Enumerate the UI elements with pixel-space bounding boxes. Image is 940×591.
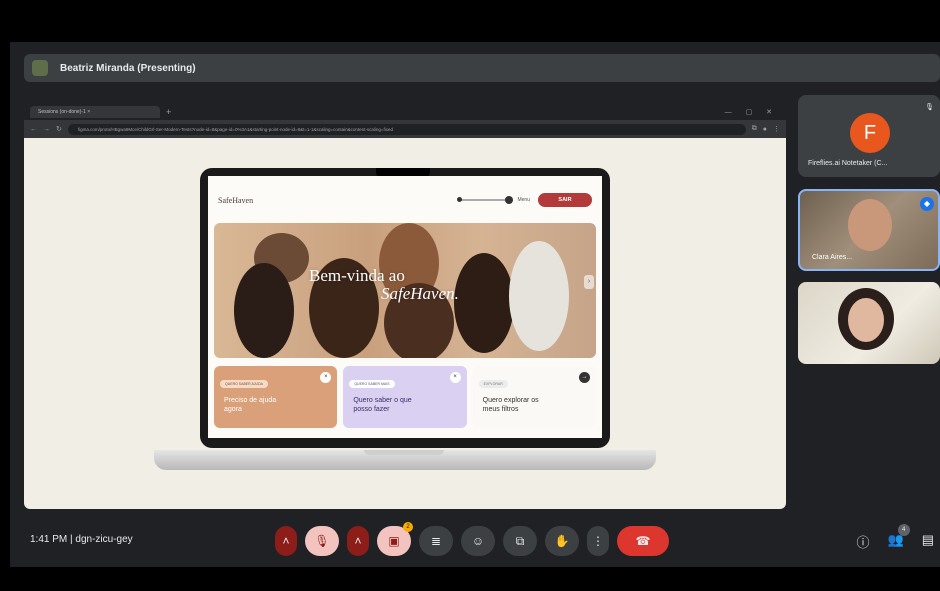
- site-header: SafeHaven Menu SAIR: [208, 190, 602, 210]
- hero-title-line2: SafeHaven.: [381, 284, 459, 303]
- present-button[interactable]: ⧉: [503, 526, 537, 556]
- captions-button[interactable]: ≣: [419, 526, 453, 556]
- browser-viewport: SafeHaven Menu SAIR Bem-vinda ao SafeHav…: [24, 138, 786, 509]
- camera-off-icon: ▣: [388, 534, 400, 548]
- browser-toolbar: ← → ↻ figma.com/proto/HBgwa9Mce/ChildGrl…: [24, 120, 786, 138]
- participant-face: [848, 298, 884, 342]
- new-tab-icon: +: [166, 107, 172, 117]
- option-card-learn: QUERO SABER MAIS × Quero saber o que pos…: [343, 366, 467, 428]
- carousel-next-icon: ›: [584, 275, 594, 289]
- mic-icon: 🎙: [925, 104, 934, 111]
- card-title: Preciso de ajuda agora: [224, 397, 277, 413]
- participant-video: [848, 199, 892, 251]
- hero-image: Bem-vinda ao SafeHaven. ›: [214, 223, 596, 358]
- browser-tabstrip: Sessions (on-done)-1 × + — ▢ ✕: [24, 104, 786, 120]
- option-card-help: QUERO SABER AJUDA × Preciso de ajuda ago…: [214, 366, 338, 428]
- back-icon: ←: [30, 125, 37, 133]
- end-call-button[interactable]: ☎: [617, 526, 669, 556]
- presenter-label: Beatriz Miranda (Presenting): [60, 62, 196, 74]
- emoji-button[interactable]: ☺: [461, 526, 495, 556]
- hero-person: [454, 253, 514, 353]
- option-cards: QUERO SABER AJUDA × Preciso de ajuda ago…: [214, 366, 596, 428]
- shared-browser-window: Sessions (on-done)-1 × + — ▢ ✕ ← → ↻ fig…: [24, 104, 786, 509]
- people-button[interactable]: 👥 4: [888, 524, 910, 551]
- hero-title-line1: Bem-vinda ao: [309, 266, 405, 285]
- meet-window: Beatriz Miranda (Presenting) Sessions (o…: [10, 42, 940, 567]
- card-chip: EXPLORAR: [478, 380, 508, 388]
- hero-person: [509, 241, 569, 351]
- mic-toggle-button[interactable]: 🎙: [305, 526, 339, 556]
- laptop-mockup: SafeHaven Menu SAIR Bem-vinda ao SafeHav…: [200, 168, 610, 448]
- address-bar: figma.com/proto/HBgwa9Mce/ChildGrl-Ser-M…: [67, 123, 746, 135]
- forward-icon: →: [43, 125, 50, 133]
- camera-toggle-button[interactable]: ▣ 2: [377, 522, 413, 556]
- card-chip: QUERO SABER MAIS: [349, 380, 395, 388]
- people-count: 4: [897, 524, 910, 536]
- profile-icon: ●: [762, 125, 767, 133]
- more-options-button[interactable]: ⋮: [587, 526, 609, 556]
- hero-person: [234, 263, 294, 358]
- card-title: Quero saber o que posso fazer: [353, 397, 412, 413]
- card-chip: QUERO SABER AJUDA: [220, 380, 268, 388]
- chat-icon[interactable]: ▤: [922, 532, 934, 551]
- meeting-control-bar: 1:41 PM | dgn-zicu-gey ˄ 🎙 ˄ ▣ 2 ≣ ☺ ⧉ ✋…: [10, 520, 940, 567]
- exit-button: SAIR: [538, 193, 592, 207]
- presenter-avatar: [32, 60, 48, 76]
- site-logo: SafeHaven: [218, 195, 254, 205]
- info-icon[interactable]: ⓘ: [857, 532, 870, 551]
- participant-tile[interactable]: 🎙 F Fireflies.ai Notetaker (C...: [798, 95, 940, 177]
- pin-icon[interactable]: ◆: [920, 197, 934, 211]
- close-icon: ×: [320, 372, 332, 383]
- meeting-time-code: 1:41 PM | dgn-zicu-gey: [30, 534, 133, 545]
- camera-options-button[interactable]: ˄: [347, 526, 369, 556]
- side-panel-controls: ⓘ 👥 4 ▤: [857, 524, 934, 551]
- presenter-banner: Beatriz Miranda (Presenting): [24, 54, 940, 82]
- call-controls: ˄ 🎙 ˄ ▣ 2 ≣ ☺ ⧉ ✋ ⋮ ☎: [275, 522, 669, 556]
- participant-tile[interactable]: ◆ Clara Aires...: [798, 189, 940, 271]
- card-title: Quero explorar os meus filtros: [482, 397, 539, 413]
- raise-hand-button[interactable]: ✋: [545, 526, 579, 556]
- prototype-screen: SafeHaven Menu SAIR Bem-vinda ao SafeHav…: [208, 176, 602, 438]
- window-controls: — ▢ ✕: [724, 109, 778, 116]
- menu-link: Menu: [517, 197, 530, 203]
- volume-slider: [457, 196, 514, 204]
- hero-title: Bem-vinda ao SafeHaven.: [309, 267, 459, 303]
- mic-options-button[interactable]: ˄: [275, 526, 297, 556]
- reload-icon: ↻: [56, 126, 62, 133]
- arrow-right-icon: →: [578, 372, 590, 383]
- close-icon: ×: [449, 372, 461, 383]
- browser-tab: Sessions (on-done)-1 ×: [30, 106, 160, 118]
- participant-tile[interactable]: [798, 282, 940, 364]
- participant-name: Fireflies.ai Notetaker (C...: [808, 160, 888, 167]
- participant-avatar: F: [850, 113, 890, 153]
- participant-name: Clara Aires...: [812, 254, 853, 261]
- notification-badge: 2: [403, 522, 413, 532]
- option-card-explore: EXPLORAR → Quero explorar os meus filtro…: [472, 366, 596, 428]
- laptop-base: [154, 450, 656, 470]
- extension-icon: ⧉: [751, 125, 757, 132]
- kebab-icon: ⋮: [773, 126, 780, 133]
